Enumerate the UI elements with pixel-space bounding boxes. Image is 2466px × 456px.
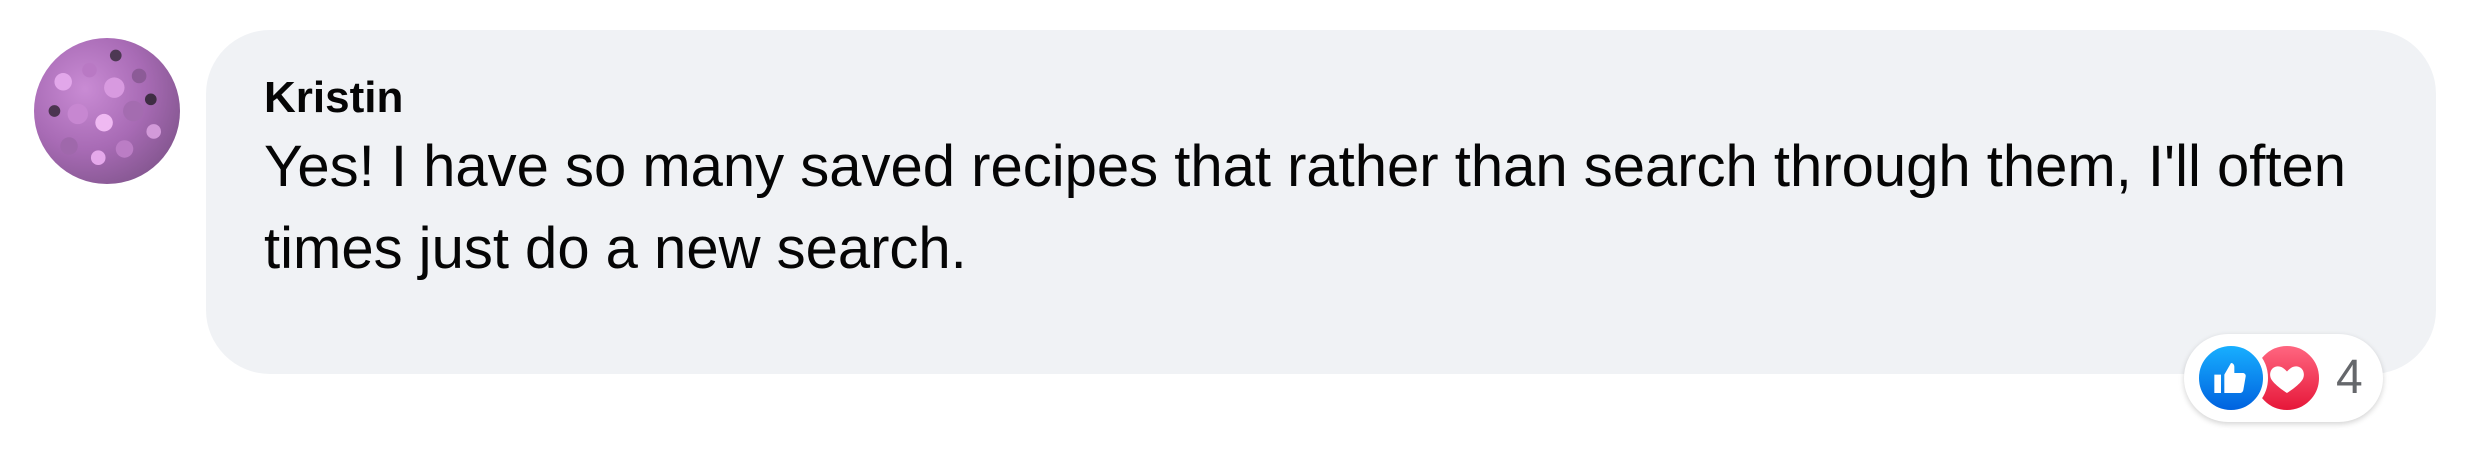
like-icon (2194, 341, 2268, 415)
comment-text: Yes! I have so many saved recipes that r… (264, 134, 2346, 281)
comment-bubble: Kristin Yes! I have so many saved recipe… (206, 30, 2436, 374)
avatar[interactable] (34, 38, 180, 184)
reaction-summary[interactable]: 4 (2184, 334, 2383, 422)
comment-author[interactable]: Kristin (264, 70, 2380, 126)
reaction-count: 4 (2336, 351, 2363, 404)
profile-photo-flowers (48, 49, 162, 166)
